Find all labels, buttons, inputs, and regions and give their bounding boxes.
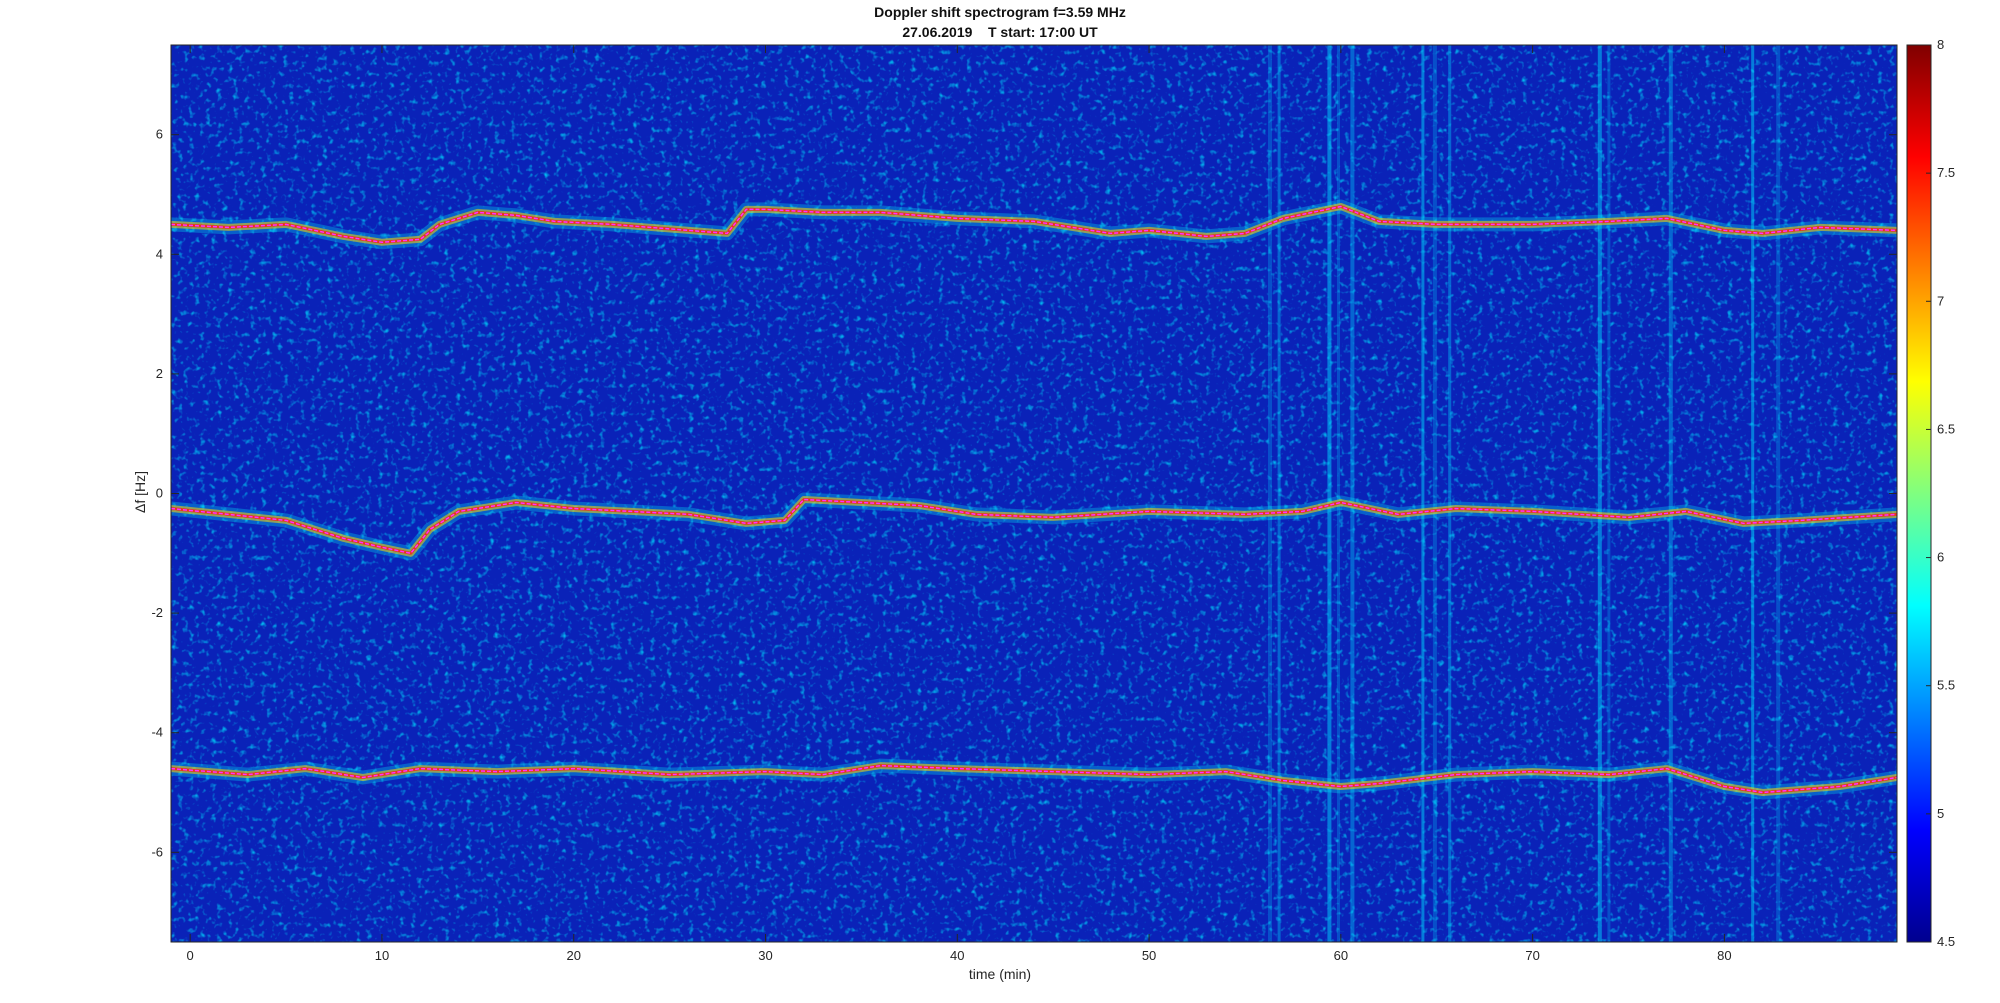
- colorbar: 4.555.566.577.58: [1906, 37, 1955, 949]
- interference-streak: [1776, 45, 1781, 942]
- chart-title: Doppler shift spectrogram f=3.59 MHz: [874, 4, 1126, 20]
- colorbar-tick-label: 7: [1937, 293, 1944, 308]
- interference-streak: [1607, 45, 1611, 942]
- y-tick-label: -4: [151, 725, 163, 740]
- y-axis-label: Δf [Hz]: [132, 470, 148, 514]
- colorbar-tick-label: 6: [1937, 550, 1944, 565]
- colorbar-tick-label: 5.5: [1937, 678, 1955, 693]
- x-tick-label: 80: [1717, 948, 1731, 963]
- x-tick-label: 30: [758, 948, 772, 963]
- y-tick-label: -2: [151, 605, 163, 620]
- y-tick-label: 0: [156, 486, 163, 501]
- interference-streak: [1751, 45, 1755, 942]
- colorbar-gradient: [1906, 44, 1932, 943]
- x-tick-label: 0: [187, 948, 194, 963]
- x-axis-label: time (min): [968, 966, 1032, 982]
- interference-streak: [1668, 45, 1673, 942]
- interference-streak: [1268, 45, 1272, 942]
- y-tick-label: -6: [151, 844, 163, 859]
- x-tick-label: 70: [1525, 948, 1539, 963]
- y-tick-label: 2: [156, 366, 163, 381]
- x-tick-label: 20: [566, 948, 580, 963]
- interference-streak: [1277, 45, 1281, 942]
- x-tick-label: 50: [1142, 948, 1156, 963]
- colorbar-tick-label: 5: [1937, 806, 1944, 821]
- interference-streak: [1421, 45, 1425, 942]
- colorbar-tick-label: 6.5: [1937, 421, 1955, 436]
- interference-streak: [1337, 45, 1340, 942]
- plot-area: [170, 44, 1898, 943]
- spectrogram-figure: 0 10 20 30 40 50 60 70 80 -6 -4 -2 0 2 4 6 4.5 5 5.5 6 6.5…: [151, 37, 1955, 963]
- x-tick-label: 60: [1334, 948, 1348, 963]
- x-tick-label: 40: [950, 948, 964, 963]
- chart-subtitle: 27.06.2019 T start: 17:00 UT: [902, 24, 1098, 40]
- colorbar-tick-label: 4.5: [1937, 934, 1955, 949]
- interference-streak: [1597, 45, 1602, 942]
- interference-streak: [1327, 45, 1332, 942]
- interference-streak: [1350, 45, 1355, 942]
- colorbar-tick-label: 7.5: [1937, 165, 1955, 180]
- y-tick-label: 4: [156, 246, 163, 261]
- y-tick-label: 6: [156, 127, 163, 142]
- interference-streak: [1448, 45, 1452, 942]
- spectrogram-noise: [171, 45, 1897, 942]
- interference-streak: [1432, 45, 1437, 942]
- x-tick-label: 10: [375, 948, 389, 963]
